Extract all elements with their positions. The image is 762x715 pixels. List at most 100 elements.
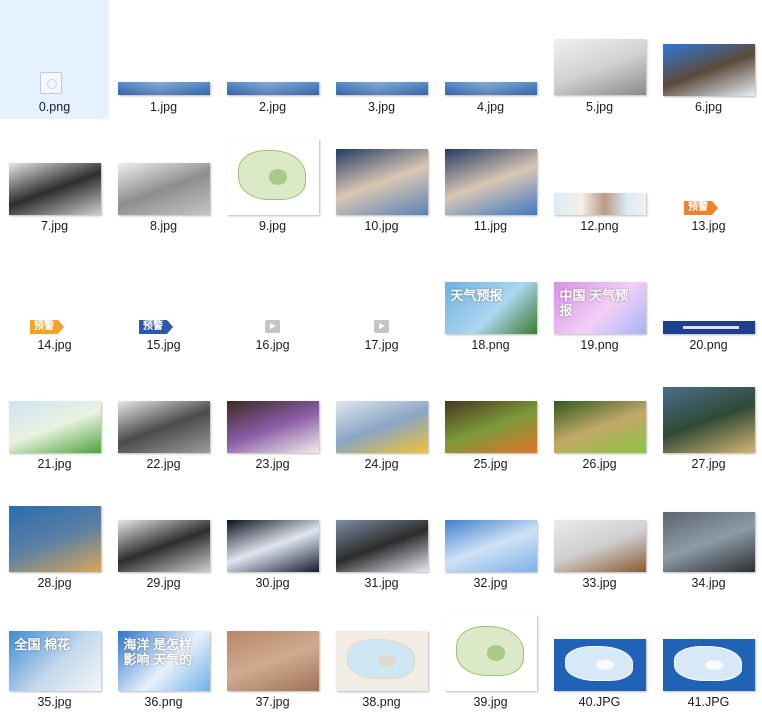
file-item-12-png[interactable]: 12.png <box>545 119 654 238</box>
map-region <box>595 659 615 671</box>
file-item-6-jpg[interactable]: 6.jpg <box>654 0 762 119</box>
file-item-14-jpg[interactable]: 预警 14.jpg <box>0 238 109 357</box>
file-name-label: 14.jpg <box>37 338 72 352</box>
file-item-7-jpg[interactable]: 7.jpg <box>0 119 109 238</box>
file-name-label: 16.jpg <box>255 338 290 352</box>
thumbnail-area <box>0 357 109 455</box>
thumbnail-area <box>654 238 762 336</box>
file-item-38-png[interactable]: 38.png <box>327 595 436 714</box>
file-item-24-jpg[interactable]: 24.jpg <box>327 357 436 476</box>
file-item-1-jpg[interactable]: 1.jpg <box>109 0 218 119</box>
file-item-34-jpg[interactable]: 34.jpg <box>654 476 762 595</box>
file-item-19-png[interactable]: 中国 天气预报 19.png <box>545 238 654 357</box>
thumbnail-area <box>545 595 654 693</box>
image-thumbnail <box>226 520 319 572</box>
file-item-10-jpg[interactable]: 10.jpg <box>327 119 436 238</box>
image-thumbnail <box>553 193 646 215</box>
file-item-40-jpg[interactable]: 40.JPG <box>545 595 654 714</box>
image-thumbnail: 天气预报 <box>444 282 537 334</box>
file-item-37-jpg[interactable]: 37.jpg <box>218 595 327 714</box>
file-name-label: 21.jpg <box>37 457 72 471</box>
thumbnail-area <box>0 476 109 574</box>
file-item-13-jpg[interactable]: 预警 13.jpg <box>654 119 762 238</box>
file-item-25-jpg[interactable]: 25.jpg <box>436 357 545 476</box>
file-item-17-jpg[interactable]: 17.jpg <box>327 238 436 357</box>
file-item-41-jpg[interactable]: 41.JPG <box>654 595 762 714</box>
navbar-text-line <box>682 326 739 329</box>
file-item-2-jpg[interactable]: 2.jpg <box>218 0 327 119</box>
file-item-4-jpg[interactable]: 4.jpg <box>436 0 545 119</box>
file-name-label: 1.jpg <box>149 100 178 114</box>
file-name-label: 29.jpg <box>146 576 181 590</box>
file-item-23-jpg[interactable]: 23.jpg <box>218 357 327 476</box>
thumbnail-area <box>218 238 327 336</box>
file-item-28-jpg[interactable]: 28.jpg <box>0 476 109 595</box>
file-item-5-jpg[interactable]: 5.jpg <box>545 0 654 119</box>
file-item-33-jpg[interactable]: 33.jpg <box>545 476 654 595</box>
file-name-label: 32.jpg <box>473 576 508 590</box>
image-thumbnail <box>117 163 210 215</box>
thumbnail-area <box>654 595 762 693</box>
file-name-label: 23.jpg <box>255 457 290 471</box>
thumbnail-area <box>218 476 327 574</box>
file-item-3-jpg[interactable]: 3.jpg <box>327 0 436 119</box>
file-item-11-jpg[interactable]: 11.jpg <box>436 119 545 238</box>
file-name-label: 41.JPG <box>687 695 730 709</box>
video-play-icon <box>374 320 389 333</box>
file-item-20-png[interactable]: 20.png <box>654 238 762 357</box>
file-name-label: 24.jpg <box>364 457 399 471</box>
thumbnail-area: 天气预报 <box>436 238 545 336</box>
file-item-8-jpg[interactable]: 8.jpg <box>109 119 218 238</box>
image-thumbnail <box>662 387 755 453</box>
file-name-label: 33.jpg <box>582 576 617 590</box>
file-item-35-jpg[interactable]: 全国 棉花 35.jpg <box>0 595 109 714</box>
file-item-0-png[interactable]: 0.png <box>0 0 109 119</box>
thumbnail-area <box>218 119 327 217</box>
image-thumbnail <box>335 631 428 691</box>
thumbnail-area <box>0 119 109 217</box>
file-name-label: 28.jpg <box>37 576 72 590</box>
file-name-label: 38.png <box>362 695 401 709</box>
file-item-31-jpg[interactable]: 31.jpg <box>327 476 436 595</box>
image-thumbnail <box>662 321 755 334</box>
image-thumbnail <box>8 506 101 572</box>
file-item-30-jpg[interactable]: 30.jpg <box>218 476 327 595</box>
thumbnail-area <box>436 0 545 98</box>
file-item-15-jpg[interactable]: 预警 15.jpg <box>109 238 218 357</box>
file-item-26-jpg[interactable]: 26.jpg <box>545 357 654 476</box>
file-item-9-jpg[interactable]: 9.jpg <box>218 119 327 238</box>
thumbnail-area <box>654 476 762 574</box>
file-item-32-jpg[interactable]: 32.jpg <box>436 476 545 595</box>
file-item-27-jpg[interactable]: 27.jpg <box>654 357 762 476</box>
thumbnail-area <box>218 0 327 98</box>
warning-badge-thumbnail: 预警 <box>30 320 64 334</box>
file-item-18-png[interactable]: 天气预报 18.png <box>436 238 545 357</box>
thumbnail-area <box>109 0 218 98</box>
thumbnail-area <box>545 119 654 217</box>
file-name-label: 9.jpg <box>258 219 287 233</box>
file-item-21-jpg[interactable]: 21.jpg <box>0 357 109 476</box>
map-region <box>704 659 724 671</box>
image-thumbnail: 中国 天气预报 <box>553 282 646 334</box>
image-thumbnail <box>444 149 537 215</box>
file-item-29-jpg[interactable]: 29.jpg <box>109 476 218 595</box>
file-item-36-png[interactable]: 海洋 是怎样影响 天气的 36.png <box>109 595 218 714</box>
image-thumbnail <box>553 639 646 691</box>
file-item-39-jpg[interactable]: 39.jpg <box>436 595 545 714</box>
file-name-label: 30.jpg <box>255 576 290 590</box>
thumbnail-area <box>545 476 654 574</box>
thumbnail-area: 预警 <box>0 238 109 336</box>
thumbnail-area: 中国 天气预报 <box>545 238 654 336</box>
image-thumbnail <box>117 82 210 95</box>
title-card-text: 全国 棉花 <box>14 637 71 652</box>
file-item-16-jpg[interactable]: 16.jpg <box>218 238 327 357</box>
thumbnail-area <box>327 238 436 336</box>
file-item-22-jpg[interactable]: 22.jpg <box>109 357 218 476</box>
file-name-label: 36.png <box>144 695 183 709</box>
file-name-label: 3.jpg <box>367 100 396 114</box>
image-thumbnail <box>662 512 755 572</box>
thumbnail-area <box>545 0 654 98</box>
thumbnail-area <box>436 595 545 693</box>
file-name-label: 5.jpg <box>585 100 614 114</box>
image-thumbnail <box>553 39 646 95</box>
